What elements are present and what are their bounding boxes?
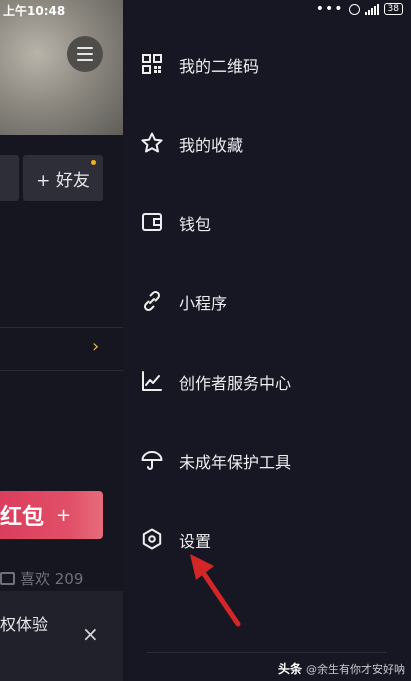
divider — [147, 652, 387, 653]
wallet-icon — [142, 213, 162, 231]
likes-tab[interactable]: 喜欢 209 — [0, 568, 83, 589]
alarm-icon — [348, 3, 360, 15]
watermark-brand: 头条 — [277, 662, 302, 676]
drawer-item-mini-program[interactable]: 小程序 — [123, 280, 411, 320]
status-time: 上午10:48 — [3, 4, 66, 18]
drawer-item-label: 小程序 — [179, 294, 228, 313]
drawer-item-wallet[interactable]: 钱包 — [123, 201, 411, 241]
qr-code-icon — [142, 54, 162, 74]
drawer-item-label: 我的二维码 — [179, 57, 260, 76]
menu-icon-bar — [77, 59, 93, 61]
watermark: 头条 @余生有你才安好呐 — [278, 660, 405, 677]
drawer-item-label: 设置 — [179, 532, 212, 551]
drawer-item-label: 我的收藏 — [179, 136, 244, 155]
menu-icon — [77, 47, 93, 49]
hongbao-text: 红包 — [0, 505, 45, 530]
edit-profile-button[interactable] — [0, 155, 19, 201]
umbrella-icon — [141, 451, 163, 470]
signal-icon — [364, 3, 379, 15]
tip-bar: 权体验 × — [0, 591, 123, 681]
menu-icon-bar — [77, 53, 93, 55]
drawer-item-label: 钱包 — [179, 215, 212, 234]
drawer-item-creator-center[interactable]: 创作者服务中心 — [123, 360, 411, 400]
drawer-item-favorites[interactable]: 我的收藏 — [123, 122, 411, 162]
menu-button[interactable] — [67, 36, 103, 72]
red-arrow-annotation — [190, 554, 241, 627]
drawer-item-label: 创作者服务中心 — [179, 374, 292, 393]
add-friend-button[interactable]: + 好友 — [23, 155, 103, 201]
likes-label: 喜欢 209 — [20, 570, 84, 588]
divider — [0, 327, 123, 328]
status-icons: ••• 38 — [315, 1, 403, 17]
chart-icon — [142, 371, 162, 391]
star-icon — [141, 132, 163, 153]
notification-dot — [91, 160, 96, 165]
drawer-item-settings[interactable]: 设置 — [123, 518, 411, 558]
divider — [0, 370, 123, 371]
sparkle-icon: + — [56, 504, 72, 526]
settings-icon — [142, 528, 162, 550]
tip-text: 权体验 — [0, 615, 49, 634]
drawer-item-minor-protection[interactable]: 未成年保护工具 — [123, 439, 411, 479]
chevron-right-icon[interactable]: › — [92, 336, 99, 357]
add-friend-label: + 好友 — [36, 170, 90, 191]
hongbao-banner[interactable]: 红包 + — [0, 491, 103, 539]
drawer-item-label: 未成年保护工具 — [179, 453, 292, 472]
profile-banner — [0, 0, 123, 135]
profile-background: 上午10:48 + 好友 › 红包 + 喜欢 209 权体验 × — [0, 0, 123, 681]
drawer-item-qr-code[interactable]: 我的二维码 — [123, 43, 411, 83]
more-dots-icon: ••• — [315, 1, 344, 17]
side-drawer: ••• 38 我的二维码 我的收藏 钱包 小程序 创作者服务中心 未成年保护工具… — [123, 0, 411, 681]
battery-icon: 38 — [383, 3, 403, 15]
watermark-handle: @余生有你才安好呐 — [306, 663, 405, 676]
close-icon[interactable]: × — [82, 622, 99, 646]
lock-icon — [0, 572, 15, 585]
link-icon — [143, 290, 161, 312]
